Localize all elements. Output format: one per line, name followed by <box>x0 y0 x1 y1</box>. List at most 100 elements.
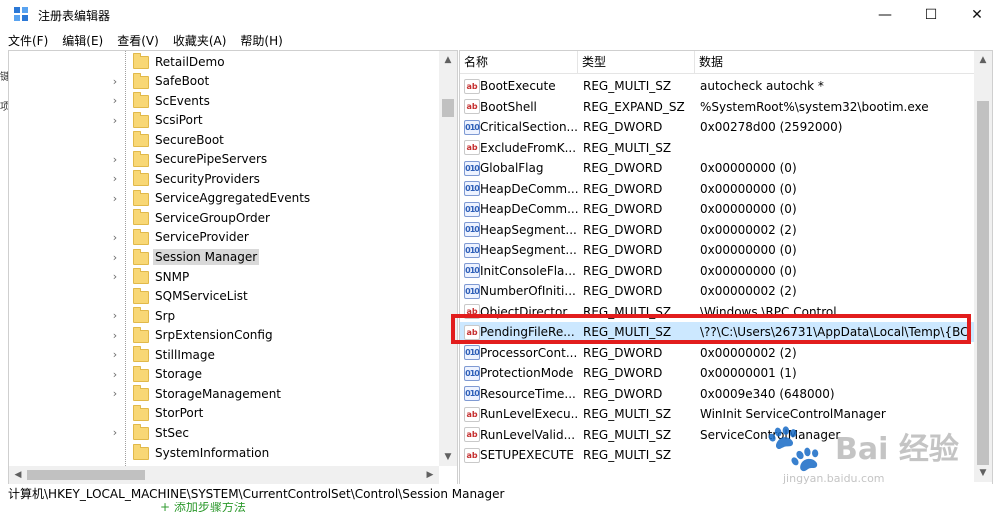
tree-item[interactable]: › ServiceProvider <box>9 228 437 247</box>
folder-icon <box>133 326 149 343</box>
expand-chevron-icon[interactable]: › <box>110 251 120 264</box>
expand-chevron-icon[interactable]: › <box>110 75 120 88</box>
tree-item[interactable]: › SecurityProviders <box>9 169 437 188</box>
value-type: REG_DWORD <box>583 284 663 298</box>
value-type: REG_EXPAND_SZ <box>583 99 685 114</box>
tree-item[interactable]: › Session Manager <box>9 248 437 267</box>
scroll-up-arrow[interactable]: ▲ <box>439 51 457 69</box>
column-header-data[interactable]: 数据 <box>695 51 974 73</box>
tree-item-label: SafeBoot <box>155 74 210 89</box>
menu-view[interactable]: 查看(V) <box>117 32 159 49</box>
expand-chevron-icon[interactable]: › <box>110 348 120 361</box>
value-data: 0x00000000 (0) <box>700 263 797 278</box>
scroll-thumb[interactable] <box>442 99 454 117</box>
value-type: REG_DWORD <box>583 181 663 196</box>
folder-icon <box>133 150 149 167</box>
tree-item[interactable]: › SecurePipeServers <box>9 150 437 169</box>
tree-item[interactable]: › ServiceAggregatedEvents <box>9 189 437 208</box>
folder-icon <box>133 424 149 441</box>
value-type: REG_MULTI_SZ <box>583 448 672 462</box>
tree-item[interactable]: StorPort <box>9 404 437 423</box>
folder-icon <box>133 131 149 148</box>
value-row[interactable]: 010 ProtectionMode REG_DWORD 0x00000001 (1) <box>460 363 974 383</box>
close-button[interactable]: ✕ <box>954 0 1000 30</box>
tree-item[interactable]: › SNMP <box>9 267 437 286</box>
minimize-button[interactable]: — <box>862 0 908 30</box>
tree-item[interactable]: › SrpExtensionConfig <box>9 326 437 345</box>
tree-item[interactable]: SQMServiceList <box>9 287 437 306</box>
expand-chevron-icon[interactable]: › <box>110 387 120 400</box>
value-row[interactable]: 010 HeapSegment... REG_DWORD 0x00000000 (0) <box>460 240 974 260</box>
expand-chevron-icon[interactable]: › <box>110 270 120 283</box>
tree-item[interactable]: › Storage <box>9 365 437 384</box>
expand-chevron-icon[interactable]: › <box>110 153 120 166</box>
tree-item[interactable]: › StorageManagement <box>9 384 437 403</box>
tree-item[interactable]: › ScEvents <box>9 91 437 110</box>
maximize-button[interactable]: ☐ <box>908 0 954 30</box>
expand-chevron-icon[interactable]: › <box>110 192 120 205</box>
menu-file[interactable]: 文件(F) <box>8 32 48 49</box>
tree-vertical-scrollbar[interactable]: ▲ ▼ <box>439 51 457 466</box>
column-header-type[interactable]: 类型 <box>578 51 695 73</box>
value-row[interactable]: 010 HeapDeComm... REG_DWORD 0x00000000 (0) <box>460 179 974 199</box>
value-row[interactable]: 010 GlobalFlag REG_DWORD 0x00000000 (0) <box>460 158 974 178</box>
scroll-right-arrow[interactable]: ▶ <box>421 466 439 484</box>
value-row[interactable]: ab BootExecute REG_MULTI_SZ autocheck autoc… <box>460 76 974 96</box>
scroll-down-arrow[interactable]: ▼ <box>439 448 457 466</box>
tree-item[interactable]: › ScsiPort <box>9 111 437 130</box>
binary-value-icon: 010 <box>464 119 480 135</box>
menu-favorites[interactable]: 收藏夹(A) <box>173 32 227 49</box>
expand-chevron-icon[interactable]: › <box>110 329 120 342</box>
scroll-thumb[interactable] <box>977 101 989 465</box>
value-type: REG_MULTI_SZ <box>583 79 672 93</box>
expand-chevron-icon[interactable]: › <box>110 368 120 381</box>
value-row[interactable]: 010 HeapSegment... REG_DWORD 0x00000002 (2) <box>460 220 974 240</box>
binary-value-icon: 010 <box>464 283 480 299</box>
menu-edit[interactable]: 编辑(E) <box>62 32 103 49</box>
tree-item[interactable]: › StillImage <box>9 345 437 364</box>
expand-chevron-icon[interactable]: › <box>110 426 120 439</box>
scroll-up-arrow[interactable]: ▲ <box>974 51 992 69</box>
value-data: 0x00000000 (0) <box>700 181 797 196</box>
value-name: ProcessorCont... <box>480 345 578 360</box>
tree-item[interactable]: SecureBoot <box>9 130 437 149</box>
folder-icon <box>133 365 149 382</box>
value-row[interactable]: 010 HeapDeComm... REG_DWORD 0x00000000 (0) <box>460 199 974 219</box>
menu-help[interactable]: 帮助(H) <box>240 32 282 49</box>
value-name: NumberOfIniti... <box>480 284 576 298</box>
tree-horizontal-scrollbar[interactable]: ◀ ▶ <box>9 466 439 484</box>
value-row[interactable]: 010 ProcessorCont... REG_DWORD 0x00000002 (… <box>460 343 974 363</box>
value-row[interactable]: ab ExcludeFromK... REG_MULTI_SZ <box>460 138 974 158</box>
tree-item[interactable]: ServiceGroupOrder <box>9 208 437 227</box>
value-row[interactable]: 010 ResourceTime... REG_DWORD 0x0009e340 (6… <box>460 384 974 404</box>
expand-chevron-icon[interactable]: › <box>110 309 120 322</box>
tree-item[interactable]: SystemInformation <box>9 443 437 462</box>
tree-item[interactable]: RetailDemo <box>9 52 437 71</box>
tree-item[interactable]: › SafeBoot <box>9 72 437 91</box>
expand-chevron-icon[interactable]: › <box>110 94 120 107</box>
column-header-name[interactable]: 名称 <box>460 51 578 73</box>
scroll-thumb-horizontal[interactable] <box>27 470 145 480</box>
values-vertical-scrollbar[interactable]: ▲ ▼ <box>974 51 992 482</box>
scroll-down-arrow[interactable]: ▼ <box>974 464 992 482</box>
value-name: ExcludeFromK... <box>480 140 577 155</box>
value-row[interactable]: ab BootShell REG_EXPAND_SZ %SystemRoot%\sys… <box>460 97 974 117</box>
string-value-icon: ab <box>464 99 480 114</box>
tree-item-label: SrpExtensionConfig <box>155 328 273 343</box>
expand-chevron-icon[interactable]: › <box>110 231 120 244</box>
expand-chevron-icon[interactable]: › <box>110 114 120 127</box>
expand-chevron-icon[interactable]: › <box>110 172 120 185</box>
tree-item-label: SQMServiceList <box>155 289 248 304</box>
status-bar-path: 计算机\HKEY_LOCAL_MACHINE\SYSTEM\CurrentCon… <box>0 484 1000 504</box>
value-row[interactable]: 010 NumberOfIniti... REG_DWORD 0x00000002 (… <box>460 281 974 301</box>
key-tree-pane[interactable]: RetailDemo › SafeBoot › ScEvents › ScsiPort Sec… <box>8 50 458 485</box>
tree-item[interactable]: › StSec <box>9 423 437 442</box>
tree-item-label: SecureBoot <box>155 132 224 147</box>
value-row[interactable]: 010 InitConsoleFla... REG_DWORD 0x00000000 … <box>460 261 974 281</box>
string-value-icon: ab <box>464 140 480 155</box>
value-data: 0x00000000 (0) <box>700 243 797 257</box>
value-data: 0x00000000 (0) <box>700 202 797 216</box>
value-row[interactable]: 010 CriticalSection... REG_DWORD 0x00278d00… <box>460 117 974 137</box>
tree-item[interactable]: › Srp <box>9 306 437 325</box>
scroll-left-arrow[interactable]: ◀ <box>9 466 27 484</box>
